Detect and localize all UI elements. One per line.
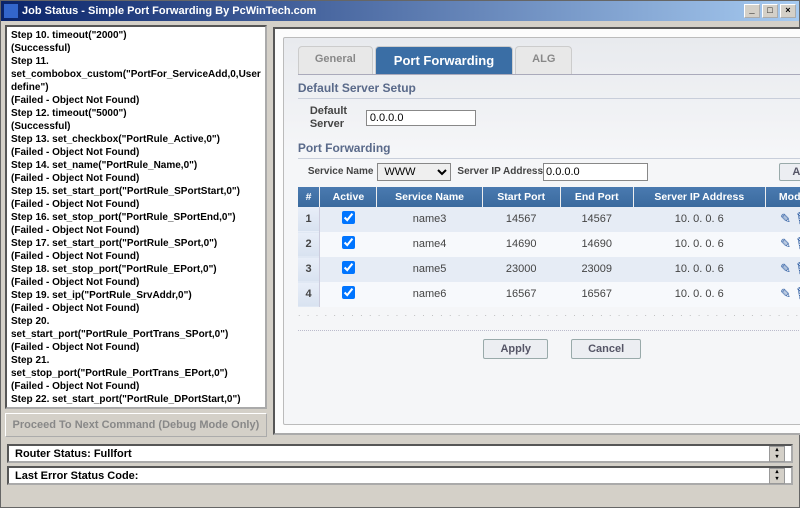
cell-num: 2 — [298, 232, 320, 257]
cell-modify: ✎🗑 — [765, 282, 800, 307]
table-row: 3name5230002300910. 0. 0. 6✎🗑 — [298, 257, 800, 282]
cell-name: name3 — [377, 207, 482, 232]
edit-icon[interactable]: ✎ — [780, 236, 791, 251]
tab-port-forwarding[interactable]: Port Forwarding — [375, 46, 513, 74]
spinner[interactable]: ▴▾ — [769, 446, 785, 462]
cell-end: 14567 — [560, 207, 633, 232]
cell-num: 1 — [298, 207, 320, 232]
cell-start: 14567 — [482, 207, 560, 232]
maximize-button[interactable]: □ — [762, 4, 778, 18]
cell-num: 4 — [298, 282, 320, 307]
cell-ip: 10. 0. 0. 6 — [633, 257, 765, 282]
col-ip: Server IP Address — [633, 187, 765, 207]
cell-ip: 10. 0. 0. 6 — [633, 232, 765, 257]
cell-start: 16567 — [482, 282, 560, 307]
col-active: Active — [320, 187, 377, 207]
trash-icon[interactable]: 🗑 — [795, 236, 800, 251]
add-button[interactable]: Add — [779, 163, 800, 181]
error-status-text: Last Error Status Code: — [15, 470, 769, 482]
router-status-bar: Router Status: Fullfort ▴▾ — [7, 444, 793, 463]
col-num: # — [298, 187, 320, 207]
cancel-button[interactable]: Cancel — [571, 339, 641, 359]
divider-dots: · · · · · · · · · · · · · · · · · · · · … — [298, 311, 800, 320]
default-server-input[interactable] — [366, 110, 476, 126]
default-server-label: Default Server — [310, 105, 366, 131]
trash-icon[interactable]: 🗑 — [795, 286, 800, 301]
edit-icon[interactable]: ✎ — [780, 286, 791, 301]
app-icon — [4, 4, 18, 18]
close-button[interactable]: × — [780, 4, 796, 18]
apply-button[interactable]: Apply — [483, 339, 548, 359]
edit-icon[interactable]: ✎ — [780, 211, 791, 226]
trash-icon[interactable]: 🗑 — [795, 261, 800, 276]
cell-start: 23000 — [482, 257, 560, 282]
cell-modify: ✎🗑 — [765, 207, 800, 232]
window-title: Job Status - Simple Port Forwarding By P… — [22, 5, 744, 17]
cell-name: name4 — [377, 232, 482, 257]
cell-end: 14690 — [560, 232, 633, 257]
cell-active — [320, 257, 377, 282]
trash-icon[interactable]: 🗑 — [795, 211, 800, 226]
titlebar: Job Status - Simple Port Forwarding By P… — [1, 1, 799, 21]
service-name-label: Service Name — [308, 166, 374, 177]
router-status-text: Router Status: Fullfort — [15, 448, 769, 460]
tab-alg[interactable]: ALG — [515, 46, 572, 74]
router-panel: General Port Forwarding ALG Default Serv… — [283, 37, 800, 425]
proceed-button[interactable]: Proceed To Next Command (Debug Mode Only… — [5, 413, 267, 437]
service-name-select[interactable]: WWW — [377, 163, 451, 181]
section-port-forwarding: Port Forwarding — [298, 141, 800, 159]
error-status-bar: Last Error Status Code: ▴▾ — [7, 466, 793, 485]
server-ip-input[interactable] — [543, 163, 648, 181]
cell-ip: 10. 0. 0. 6 — [633, 207, 765, 232]
table-row: 2name4146901469010. 0. 0. 6✎🗑 — [298, 232, 800, 257]
col-end: End Port — [560, 187, 633, 207]
cell-ip: 10. 0. 0. 6 — [633, 282, 765, 307]
table-row: 4name6165671656710. 0. 0. 6✎🗑 — [298, 282, 800, 307]
table-row: 1name3145671456710. 0. 0. 6✎🗑 — [298, 207, 800, 232]
active-checkbox[interactable] — [342, 286, 355, 299]
edit-icon[interactable]: ✎ — [780, 261, 791, 276]
cell-num: 3 — [298, 257, 320, 282]
spinner[interactable]: ▴▾ — [769, 468, 785, 484]
cell-active — [320, 207, 377, 232]
cell-end: 23009 — [560, 257, 633, 282]
col-name: Service Name — [377, 187, 482, 207]
active-checkbox[interactable] — [342, 261, 355, 274]
cell-name: name5 — [377, 257, 482, 282]
cell-active — [320, 282, 377, 307]
cell-start: 14690 — [482, 232, 560, 257]
active-checkbox[interactable] — [342, 211, 355, 224]
cell-name: name6 — [377, 282, 482, 307]
cell-end: 16567 — [560, 282, 633, 307]
section-default-server: Default Server Setup — [298, 81, 800, 99]
cell-active — [320, 232, 377, 257]
server-ip-label: Server IP Address — [457, 166, 543, 177]
port-forwarding-table: # Active Service Name Start Port End Por… — [298, 187, 800, 307]
col-start: Start Port — [482, 187, 560, 207]
minimize-button[interactable]: _ — [744, 4, 760, 18]
tab-general[interactable]: General — [298, 46, 373, 74]
log-output[interactable]: Step 10. timeout("2000") (Successful) St… — [5, 25, 267, 409]
cell-modify: ✎🗑 — [765, 232, 800, 257]
col-modify: Modify — [765, 187, 800, 207]
active-checkbox[interactable] — [342, 236, 355, 249]
cell-modify: ✎🗑 — [765, 257, 800, 282]
